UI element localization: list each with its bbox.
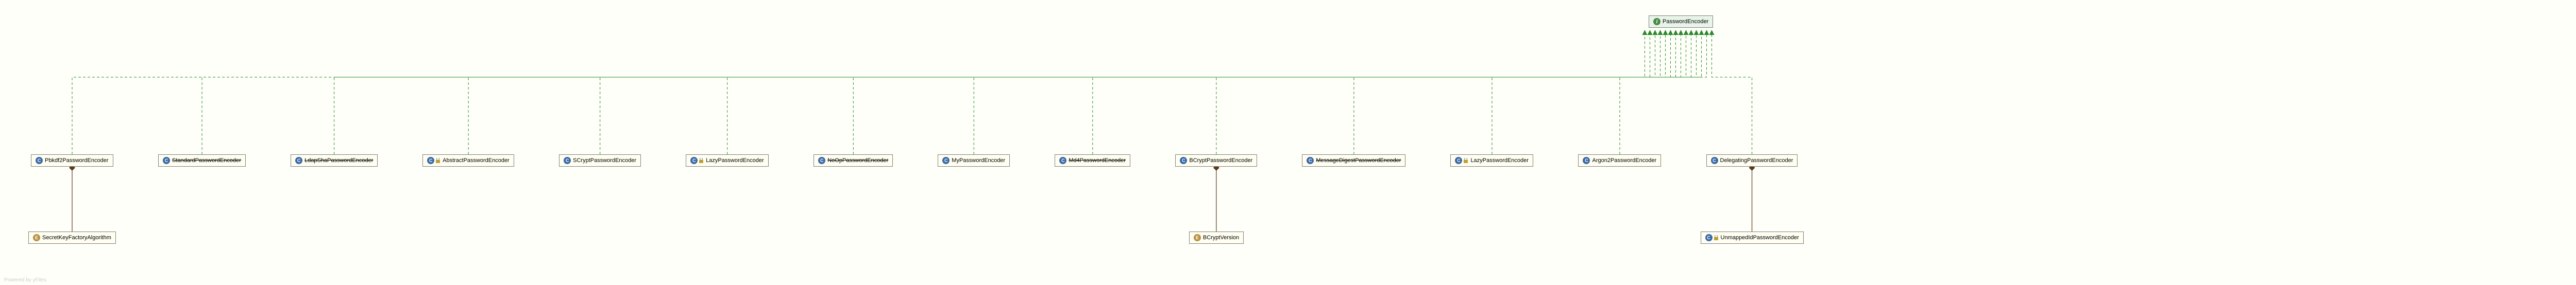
type-icon: C <box>1705 234 1719 241</box>
type-icon: E <box>33 234 40 241</box>
class-scrypt[interactable]: CSCryptPasswordEncoder <box>559 154 641 167</box>
class-abstract[interactable]: CAbstractPasswordEncoder <box>422 154 514 167</box>
type-icon: C <box>690 157 704 164</box>
node-label: NoOpPasswordEncoder <box>827 157 888 164</box>
class-delegating[interactable]: CDelegatingPasswordEncoder <box>1706 154 1798 167</box>
class-argon2[interactable]: CArgon2PasswordEncoder <box>1578 154 1661 167</box>
type-icon: C <box>1583 157 1590 164</box>
lock-icon <box>1463 158 1468 163</box>
type-icon: C <box>295 157 302 164</box>
lock-icon <box>435 158 440 163</box>
class-pbkdf2[interactable]: CPbkdf2PasswordEncoder <box>31 154 113 167</box>
node-label: LazyPasswordEncoder <box>706 157 764 164</box>
node-label: MyPasswordEncoder <box>952 157 1005 164</box>
type-icon: C <box>1711 157 1718 164</box>
node-label: StandardPasswordEncoder <box>172 157 241 164</box>
node-label: Md4PasswordEncoder <box>1069 157 1126 164</box>
node-label: SCryptPasswordEncoder <box>573 157 636 164</box>
class-my[interactable]: CMyPasswordEncoder <box>938 154 1010 167</box>
type-icon: C <box>564 157 571 164</box>
type-icon: C <box>427 157 440 164</box>
type-icon: C <box>1059 157 1066 164</box>
watermark: Powered by yFiles <box>4 277 46 283</box>
class-standard[interactable]: CStandardPasswordEncoder <box>158 154 246 167</box>
node-label: LdapShaPasswordEncoder <box>304 157 373 164</box>
inner-bcv[interactable]: EBCryptVersion <box>1189 231 1244 244</box>
connector-layer <box>0 0 2576 285</box>
node-label: LazyPasswordEncoder <box>1470 157 1529 164</box>
type-icon: C <box>163 157 170 164</box>
type-icon: C <box>36 157 43 164</box>
inner-unmapped[interactable]: CUnmappedIdPasswordEncoder <box>1701 231 1804 244</box>
type-icon: E <box>1194 234 1201 241</box>
class-noop[interactable]: CNoOpPasswordEncoder <box>814 154 893 167</box>
interface-icon: I <box>1653 18 1660 25</box>
type-icon: C <box>1455 157 1468 164</box>
node-label: Argon2PasswordEncoder <box>1592 157 1656 164</box>
node-label: BCryptVersion <box>1203 235 1239 241</box>
node-label: MessageDigestPasswordEncoder <box>1316 157 1401 164</box>
node-label: Pbkdf2PasswordEncoder <box>45 157 109 164</box>
interface-password-encoder[interactable]: I PasswordEncoder <box>1649 15 1713 28</box>
class-lazy2[interactable]: CLazyPasswordEncoder <box>1450 154 1533 167</box>
type-icon: C <box>942 157 950 164</box>
type-icon: C <box>1180 157 1187 164</box>
node-label: BCryptPasswordEncoder <box>1189 157 1252 164</box>
node-label: AbstractPasswordEncoder <box>443 157 510 164</box>
class-bcrypt[interactable]: CBCryptPasswordEncoder <box>1175 154 1257 167</box>
class-msgdigest[interactable]: CMessageDigestPasswordEncoder <box>1302 154 1405 167</box>
class-lazy1[interactable]: CLazyPasswordEncoder <box>686 154 769 167</box>
node-label: DelegatingPasswordEncoder <box>1720 157 1793 164</box>
class-md4[interactable]: CMd4PasswordEncoder <box>1055 154 1130 167</box>
lock-icon <box>1714 235 1719 240</box>
type-icon: C <box>818 157 825 164</box>
node-label: UnmappedIdPasswordEncoder <box>1721 235 1799 241</box>
node-label: PasswordEncoder <box>1663 19 1708 25</box>
class-ldapsha[interactable]: CLdapShaPasswordEncoder <box>291 154 378 167</box>
lock-icon <box>699 158 704 163</box>
type-icon: C <box>1307 157 1314 164</box>
node-label: SecretKeyFactoryAlgorithm <box>42 235 111 241</box>
inner-skfa[interactable]: ESecretKeyFactoryAlgorithm <box>28 231 116 244</box>
